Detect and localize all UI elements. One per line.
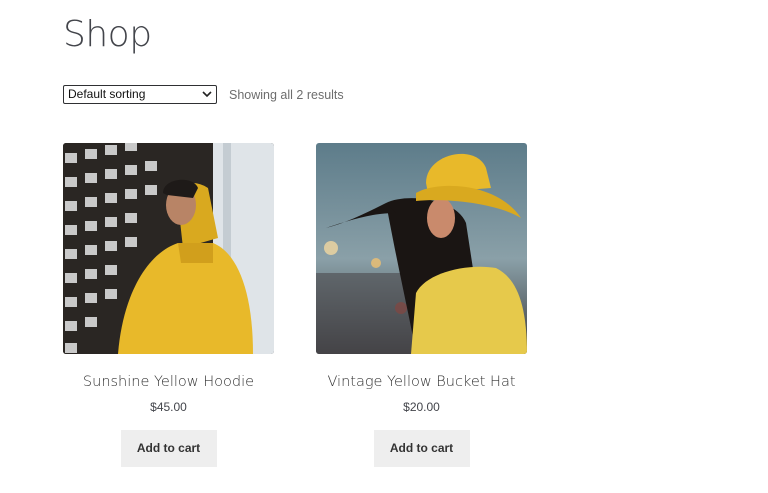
sort-select[interactable]: Default sorting (63, 85, 217, 104)
product-card: Sunshine Yellow Hoodie $45.00 Add to car… (63, 143, 274, 467)
add-to-cart-button[interactable]: Add to cart (120, 430, 217, 467)
add-to-cart-button[interactable]: Add to cart (373, 430, 470, 467)
product-image-bucket-hat[interactable] (316, 143, 527, 354)
shop-toolbar: Default sorting Showing all 2 results (63, 85, 344, 104)
product-name[interactable]: Sunshine Yellow Hoodie (63, 374, 274, 390)
product-price: $45.00 (150, 400, 187, 414)
product-name[interactable]: Vintage Yellow Bucket Hat (316, 374, 527, 390)
product-image-hoodie[interactable] (63, 143, 274, 354)
page-title: Shop (63, 14, 152, 55)
sort-select-value: Default sorting (68, 87, 146, 101)
result-count: Showing all 2 results (229, 87, 344, 102)
product-card: Vintage Yellow Bucket Hat $20.00 Add to … (316, 143, 527, 467)
product-price: $20.00 (403, 400, 440, 414)
chevron-down-icon (202, 91, 212, 98)
